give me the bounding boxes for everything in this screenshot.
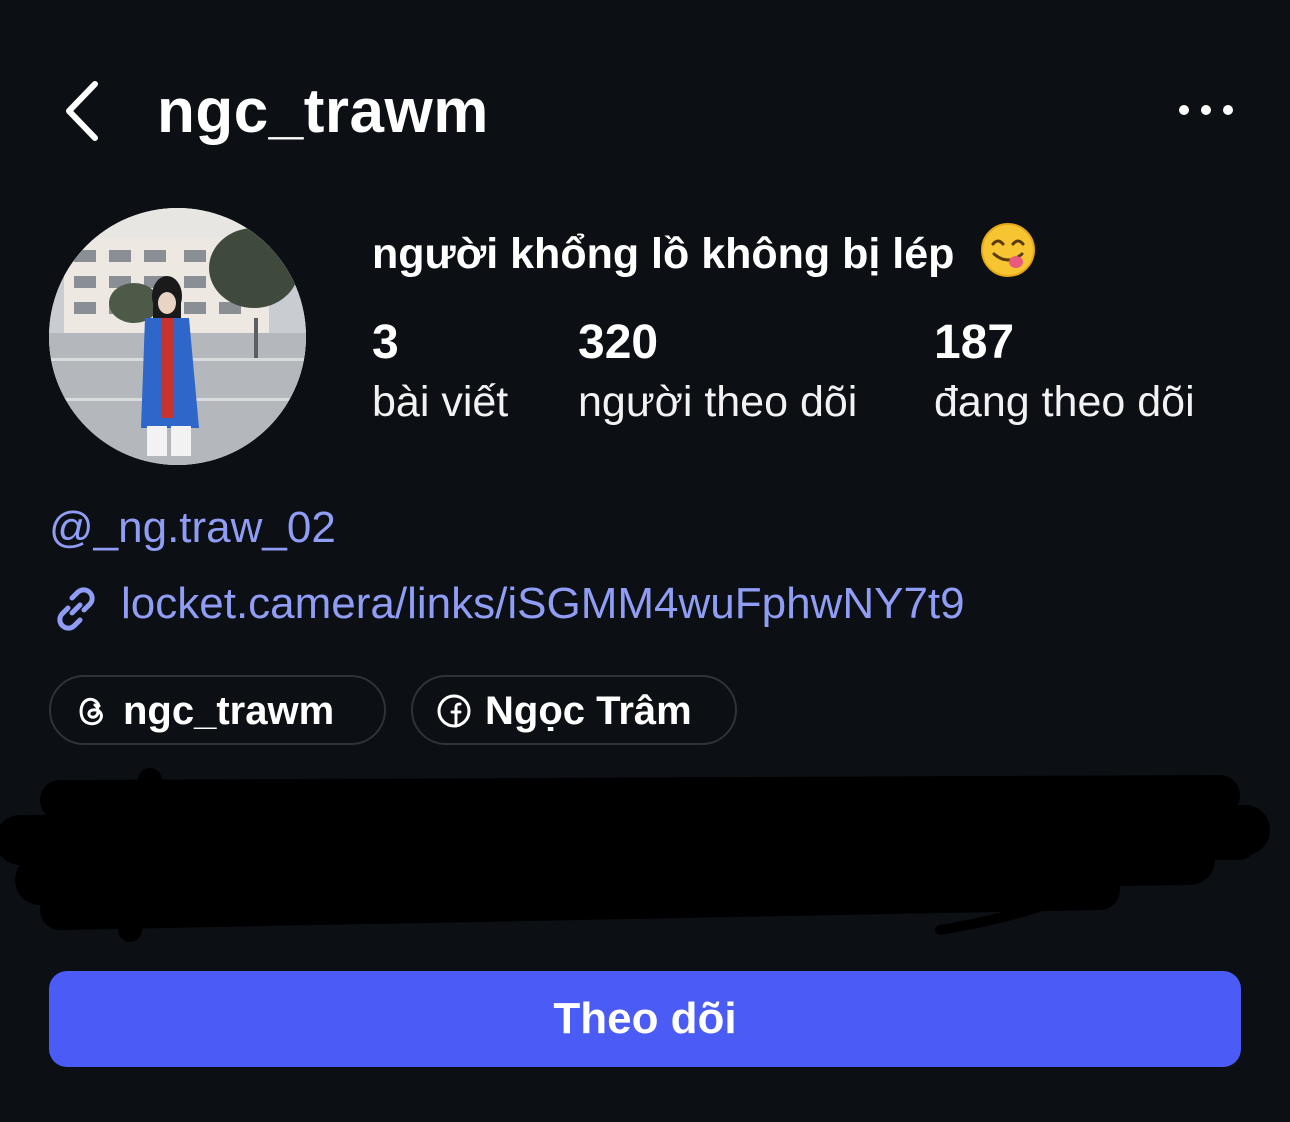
stat-following[interactable]: 187 đang theo dõi <box>934 315 1195 433</box>
threads-chip[interactable]: ngc_trawm <box>49 675 386 745</box>
profile-header: ngc_trawm <box>0 60 1290 170</box>
stat-followers-label: người theo dõi <box>578 378 858 426</box>
link-icon <box>57 587 95 631</box>
stat-following-count: 187 <box>934 316 1015 369</box>
facebook-chip[interactable]: Ngọc Trâm <box>411 675 737 745</box>
threads-icon <box>79 697 103 726</box>
facebook-chip-label: Ngọc Trâm <box>485 689 692 733</box>
stat-followers-count: 320 <box>578 316 659 369</box>
display-name-text: người khổng lồ không bị lép <box>372 230 955 278</box>
back-button[interactable] <box>55 76 115 146</box>
external-link-text: locket.camera/links/iSGMM4wuFphwNY7t9 <box>121 579 965 628</box>
profile-avatar[interactable] <box>49 208 306 465</box>
stat-followers[interactable]: 320 người theo dõi <box>578 315 857 433</box>
facebook-icon <box>437 694 471 728</box>
stat-posts-label: bài viết <box>372 378 509 426</box>
follow-button[interactable]: Theo dõi <box>49 971 1241 1067</box>
stat-posts[interactable]: 3 bài viết <box>372 315 508 433</box>
stat-following-label: đang theo dõi <box>934 378 1195 426</box>
ellipsis-icon <box>1179 105 1233 115</box>
stat-posts-count: 3 <box>372 316 399 369</box>
threads-chip-label: ngc_trawm <box>123 689 335 733</box>
header-username: ngc_trawm <box>157 77 489 146</box>
face-savoring-food-emoji-icon <box>981 223 1036 277</box>
avatar-photo <box>49 208 306 465</box>
profile-display-name: người khổng lồ không bị lép <box>372 222 1036 282</box>
redaction-scribble <box>0 768 1270 942</box>
profile-handle-link[interactable]: @_ng.traw_02 <box>49 500 336 556</box>
chevron-left-icon <box>66 81 98 141</box>
more-options-button[interactable] <box>1175 90 1237 130</box>
